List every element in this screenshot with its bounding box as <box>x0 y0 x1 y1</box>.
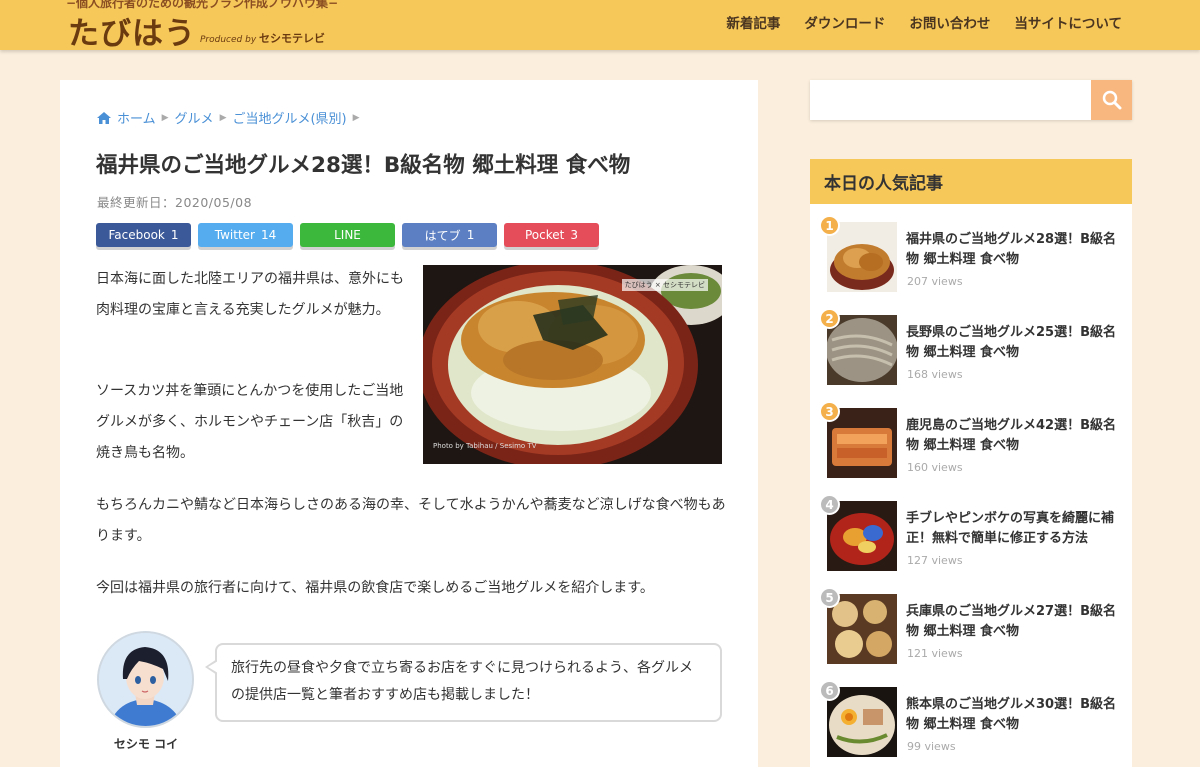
search-input[interactable] <box>810 80 1091 120</box>
twitter-share-button[interactable]: Twitter 14 <box>198 223 293 247</box>
line-share-button[interactable]: LINE <box>300 223 395 247</box>
facebook-share-button[interactable]: Facebook 1 <box>96 223 191 247</box>
article-paragraph: もちろんカニや鯖など日本海らしさのある海の幸、そして水ようかんや蕎麦など涼しげな… <box>96 497 726 544</box>
pocket-share-button[interactable]: Pocket 3 <box>504 223 599 247</box>
chevron-right-icon: ▶ <box>161 112 169 123</box>
popular-item-title: 福井県のご当地グルメ28選！B級名物 郷土料理 食べ物 <box>906 232 1116 267</box>
breadcrumb-local-gourmet[interactable]: ご当地グルメ(県別) <box>232 108 346 127</box>
article-paragraph: 今回は福井県の旅行者に向けて、福井県の飲食店で楽しめるご当地グルメを紹介します。 <box>96 580 654 596</box>
speech-balloon: 旅行先の昼食や夕食で立ち寄るお店をすぐに見つけられるよう、各グルメの提供店一覧と… <box>205 643 722 722</box>
popular-item[interactable]: 6 熊本県のご当地グルメ30選！B級名物 郷土料理 食べ物 99 views <box>810 680 1132 767</box>
rank-badge: 6 <box>819 680 840 701</box>
popular-item[interactable]: 4 手ブレやピンボケの写真を綺麗に補正！無料で簡単に修正する方法 127 vie… <box>810 494 1132 581</box>
popular-item[interactable]: 5 兵庫県のご当地グルメ27選！B級名物 郷土料理 食べ物 121 views <box>810 587 1132 674</box>
share-buttons: Facebook 1 Twitter 14 LINE はてブ 1 Pocket 3 <box>96 223 599 247</box>
photo-credit: Photo by Tabihau / Sesimo TV <box>433 442 537 450</box>
popular-item-title: 長野県のご当地グルメ25選！B級名物 郷土料理 食べ物 <box>906 325 1116 360</box>
widget-title: 本日の人気記事 <box>810 159 1132 204</box>
popular-item-views: 160 views <box>907 461 963 474</box>
article-thumbnail <box>827 687 897 757</box>
popular-item-title: 熊本県のご当地グルメ30選！B級名物 郷土料理 食べ物 <box>906 697 1116 732</box>
chevron-right-icon: ▶ <box>219 112 227 123</box>
site-logo[interactable]: たびはう <box>68 8 196 53</box>
article-thumbnail <box>827 315 897 385</box>
breadcrumb-home[interactable]: ホーム <box>117 108 156 127</box>
site-header: −個人旅行者のための観光プラン作成ノウハウ集− たびはう Produced by… <box>0 0 1200 53</box>
article-card: ホーム ▶ グルメ ▶ ご当地グルメ(県別) ▶ 福井県のご当地グルメ28選！B… <box>60 80 758 767</box>
popular-item-views: 121 views <box>907 647 963 660</box>
rank-badge: 5 <box>819 587 840 608</box>
popular-item[interactable]: 1 福井県のご当地グルメ28選！B級名物 郷土料理 食べ物 207 views <box>810 215 1132 302</box>
rank-badge: 4 <box>819 494 840 515</box>
popular-item-title: 手ブレやピンボケの写真を綺麗に補正！無料で簡単に修正する方法 <box>906 511 1115 546</box>
search-box <box>810 80 1132 120</box>
rank-badge: 2 <box>819 308 840 329</box>
popular-item-views: 168 views <box>907 368 963 381</box>
popular-item-views: 127 views <box>907 554 963 567</box>
nav-contact[interactable]: お問い合わせ <box>909 12 990 32</box>
produced-by: Produced by セシモテレビ <box>200 32 326 45</box>
breadcrumb-gourmet[interactable]: グルメ <box>175 108 214 127</box>
updated-date: 最終更新日：2020/05/08 <box>97 195 253 210</box>
main-nav: 新着記事 ダウンロード お問い合わせ 当サイトについて <box>726 12 1122 32</box>
author-name: セシモ コイ <box>113 737 179 751</box>
katsudon-illustration <box>423 265 722 464</box>
search-icon <box>1102 90 1121 110</box>
article-paragraph: ソースカツ丼を筆頭にとんかつを使用したご当地グルメが多く、ホルモンやチェーン店「… <box>96 383 404 461</box>
popular-articles-widget: 本日の人気記事 1 福井県のご当地グルメ28選！B級名物 郷土料理 食べ物 20… <box>810 159 1132 767</box>
popular-item-title: 鹿児島のご当地グルメ42選！B級名物 郷土料理 食べ物 <box>906 418 1116 453</box>
nav-about[interactable]: 当サイトについて <box>1014 12 1122 32</box>
rank-badge: 1 <box>819 215 840 236</box>
popular-item-title: 兵庫県のご当地グルメ27選！B級名物 郷土料理 食べ物 <box>906 604 1116 639</box>
search-button[interactable] <box>1091 80 1132 120</box>
popular-item[interactable]: 2 長野県のご当地グルメ25選！B級名物 郷土料理 食べ物 168 views <box>810 308 1132 395</box>
popular-item-views: 207 views <box>907 275 963 288</box>
popular-item-views: 99 views <box>907 740 956 753</box>
hatena-share-button[interactable]: はてブ 1 <box>402 223 497 247</box>
article-paragraph: 日本海に面した北陸エリアの福井県は、意外にも肉料理の宝庫と言える充実したグルメが… <box>96 271 404 318</box>
rank-badge: 3 <box>819 401 840 422</box>
katsudon-photo: たびはう × セシモテレビ Photo by Tabihau / Sesimo … <box>423 265 722 464</box>
article-thumbnail <box>827 222 897 292</box>
article-thumbnail <box>827 501 897 571</box>
article-thumbnail <box>827 594 897 664</box>
page-title: 福井県のご当地グルメ28選！B級名物 郷土料理 食べ物 <box>96 153 631 178</box>
chevron-right-icon: ▶ <box>352 112 360 123</box>
author-avatar <box>97 631 194 728</box>
nav-new-articles[interactable]: 新着記事 <box>726 12 780 32</box>
popular-item[interactable]: 3 鹿児島のご当地グルメ42選！B級名物 郷土料理 食べ物 160 views <box>810 401 1132 488</box>
article-thumbnail <box>827 408 897 478</box>
nav-download[interactable]: ダウンロード <box>804 12 885 32</box>
breadcrumb: ホーム ▶ グルメ ▶ ご当地グルメ(県別) ▶ <box>96 108 366 127</box>
home-icon <box>97 111 111 124</box>
photo-watermark: たびはう × セシモテレビ <box>621 279 708 291</box>
